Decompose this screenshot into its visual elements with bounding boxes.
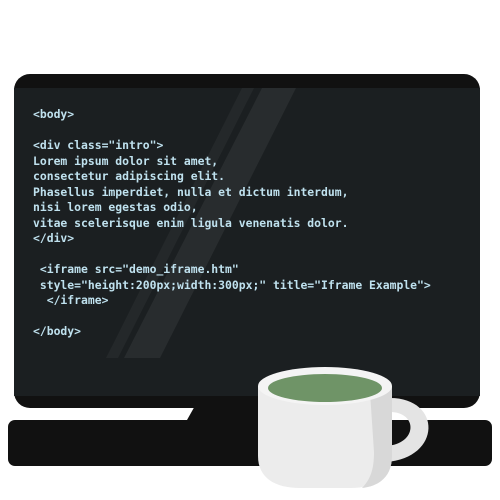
code-snippet: <body> <div class="intro"> Lorem ipsum dol… bbox=[33, 107, 473, 340]
code-line: Phasellus imperdiet, nulla et dictum int… bbox=[33, 184, 349, 199]
code-line: vitae scelerisque enim ligula venenatis … bbox=[33, 215, 349, 230]
illustration-scene: <body> <div class="intro"> Lorem ipsum dol… bbox=[0, 0, 500, 500]
code-line: <body> bbox=[33, 107, 75, 121]
code-line: <div class="intro"> bbox=[33, 138, 164, 152]
code-line: </div> bbox=[33, 231, 75, 245]
code-line: </body> bbox=[33, 324, 82, 338]
code-line: style="height:200px;width:300px;" title=… bbox=[33, 277, 431, 292]
mug-tea bbox=[268, 374, 382, 402]
code-line: <iframe src="demo_iframe.htm" bbox=[33, 262, 239, 276]
code-line: Lorem ipsum dolor sit amet, bbox=[33, 153, 219, 168]
code-line: consectetur adipiscing elit. bbox=[33, 169, 226, 183]
code-line: nisi lorem egestas odio, bbox=[33, 200, 198, 214]
code-line: </iframe> bbox=[33, 293, 109, 307]
